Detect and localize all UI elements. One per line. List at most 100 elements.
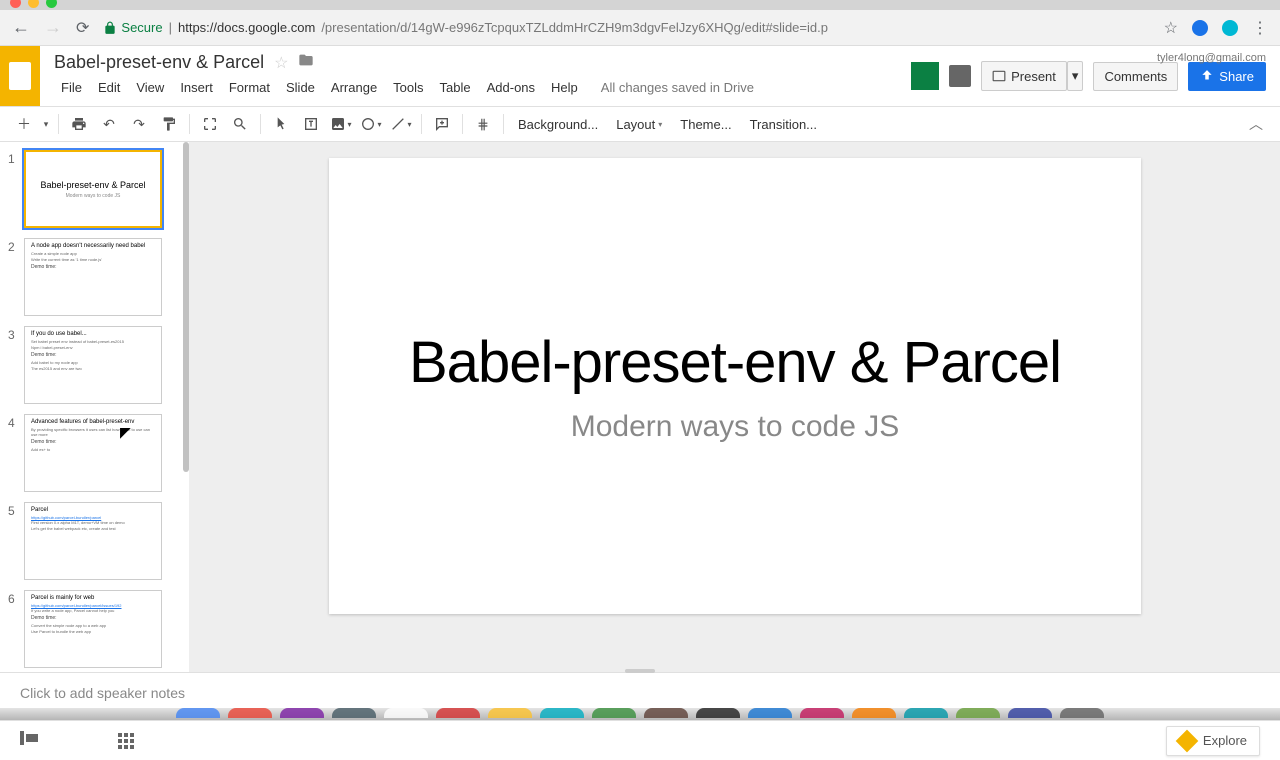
slide-thumbnail[interactable]: If you do use babel...Set babel preset e… bbox=[24, 326, 162, 404]
address-bar[interactable]: Secure | https://docs.google.com/present… bbox=[103, 20, 1149, 35]
image-icon[interactable]: ▾ bbox=[327, 110, 355, 138]
menu-arrange[interactable]: Arrange bbox=[324, 77, 384, 98]
slide-number: 2 bbox=[8, 238, 18, 316]
macos-dock[interactable] bbox=[0, 708, 1280, 720]
slide-number: 5 bbox=[8, 502, 18, 580]
reload-button[interactable]: ⟳ bbox=[76, 18, 89, 38]
panel-scrollbar[interactable] bbox=[183, 142, 189, 472]
shape-icon[interactable]: ▾ bbox=[357, 110, 385, 138]
forward-button: → bbox=[44, 17, 62, 38]
slide-thumbnail[interactable]: Parcel is mainly for webhttps://github.c… bbox=[24, 590, 162, 668]
document-title[interactable]: Babel-preset-env & Parcel bbox=[54, 52, 264, 73]
slide-number: 1 bbox=[8, 150, 18, 228]
menu-addons[interactable]: Add-ons bbox=[480, 77, 542, 98]
folder-icon[interactable] bbox=[298, 52, 314, 73]
slide-thumbnail-row[interactable]: 5Parcelhttps://github.com/parcel-bundler… bbox=[8, 502, 181, 580]
menu-insert[interactable]: Insert bbox=[173, 77, 220, 98]
toolbar: ＋ ▾ ↶ ↷ ▾ ▾ ▾ ⋕ Background... Layout The… bbox=[0, 106, 1280, 142]
line-icon[interactable]: ▾ bbox=[387, 110, 415, 138]
slide-panel[interactable]: 1Babel-preset-env & ParcelModern ways to… bbox=[0, 142, 190, 672]
slide-thumbnail-row[interactable]: 6Parcel is mainly for webhttps://github.… bbox=[8, 590, 181, 668]
filmstrip-view-icon[interactable] bbox=[20, 731, 38, 750]
menu-edit[interactable]: Edit bbox=[91, 77, 127, 98]
slide-thumbnail[interactable]: A node app doesn't necessarily need babe… bbox=[24, 238, 162, 316]
collapse-toolbar-icon[interactable]: ︿ bbox=[1242, 110, 1270, 138]
browser-toolbar: ← → ⟳ Secure | https://docs.google.com/p… bbox=[0, 10, 1280, 46]
extension-icon-2[interactable] bbox=[1222, 20, 1238, 36]
slide-canvas[interactable]: Babel-preset-env & Parcel Modern ways to… bbox=[329, 158, 1141, 614]
maximize-window-icon[interactable] bbox=[46, 0, 57, 8]
comments-button[interactable]: Comments bbox=[1093, 62, 1178, 91]
menu-file[interactable]: File bbox=[54, 77, 89, 98]
present-dropdown[interactable]: ▾ bbox=[1067, 61, 1084, 91]
user-email[interactable]: tyler4long@gmail.com bbox=[1157, 52, 1266, 64]
paint-format-icon[interactable] bbox=[155, 110, 183, 138]
slide-thumbnail-row[interactable]: 4Advanced features of babel-preset-envBy… bbox=[8, 414, 181, 492]
slide-number: 6 bbox=[8, 590, 18, 668]
url-host: https://docs.google.com bbox=[178, 20, 315, 35]
layout-button[interactable]: Layout bbox=[608, 110, 670, 138]
redo-icon[interactable]: ↷ bbox=[125, 110, 153, 138]
grid-view-icon[interactable] bbox=[118, 733, 134, 749]
new-slide-dropdown[interactable]: ▾ bbox=[40, 110, 52, 138]
menu-format[interactable]: Format bbox=[222, 77, 277, 98]
chat-icon[interactable] bbox=[949, 65, 971, 87]
menu-tools[interactable]: Tools bbox=[386, 77, 430, 98]
back-button[interactable]: ← bbox=[12, 17, 30, 38]
menu-bar: File Edit View Insert Format Slide Arran… bbox=[54, 77, 897, 98]
notes-placeholder: Click to add speaker notes bbox=[20, 685, 185, 701]
theme-button[interactable]: Theme... bbox=[672, 110, 739, 138]
minimize-window-icon[interactable] bbox=[28, 0, 39, 8]
textbox-icon[interactable] bbox=[297, 110, 325, 138]
explore-button[interactable]: Explore bbox=[1166, 726, 1260, 756]
save-status: All changes saved in Drive bbox=[601, 80, 754, 95]
background-button[interactable]: Background... bbox=[510, 110, 606, 138]
transition-button[interactable]: Transition... bbox=[742, 110, 825, 138]
new-slide-button[interactable]: ＋ bbox=[10, 110, 38, 138]
slide-subtitle[interactable]: Modern ways to code JS bbox=[571, 410, 900, 444]
bottom-bar: Explore bbox=[0, 720, 1280, 760]
slide-thumbnail[interactable]: Advanced features of babel-preset-envBy … bbox=[24, 414, 162, 492]
slide-thumbnail[interactable]: Parcelhttps://github.com/parcel-bundler/… bbox=[24, 502, 162, 580]
explore-icon bbox=[1176, 729, 1199, 752]
slide-number: 4 bbox=[8, 414, 18, 492]
document-header: Babel-preset-env & Parcel ☆ File Edit Vi… bbox=[0, 46, 1280, 106]
secure-label: Secure bbox=[121, 20, 162, 35]
share-button[interactable]: Share bbox=[1188, 62, 1266, 91]
select-tool-icon[interactable] bbox=[267, 110, 295, 138]
slide-title[interactable]: Babel-preset-env & Parcel bbox=[409, 329, 1061, 396]
comments-label: Comments bbox=[1104, 69, 1167, 84]
undo-icon[interactable]: ↶ bbox=[95, 110, 123, 138]
canvas-area[interactable]: Babel-preset-env & Parcel Modern ways to… bbox=[190, 142, 1280, 672]
slides-logo[interactable] bbox=[0, 46, 40, 106]
zoom-icon[interactable] bbox=[226, 110, 254, 138]
slide-number: 3 bbox=[8, 326, 18, 404]
comment-icon[interactable] bbox=[428, 110, 456, 138]
slide-thumbnail-row[interactable]: 2A node app doesn't necessarily need bab… bbox=[8, 238, 181, 316]
close-window-icon[interactable] bbox=[10, 0, 21, 8]
menu-table[interactable]: Table bbox=[433, 77, 478, 98]
present-button[interactable]: Present bbox=[981, 61, 1067, 91]
slide-thumbnail-row[interactable]: 1Babel-preset-env & ParcelModern ways to… bbox=[8, 150, 181, 228]
lock-icon bbox=[103, 21, 117, 35]
bookmark-star-icon[interactable]: ☆ bbox=[1164, 18, 1178, 38]
menu-slide[interactable]: Slide bbox=[279, 77, 322, 98]
browser-menu-icon[interactable]: ⋮ bbox=[1252, 18, 1268, 38]
secure-indicator: Secure bbox=[103, 20, 162, 35]
menu-view[interactable]: View bbox=[129, 77, 171, 98]
extension-icon[interactable] bbox=[1192, 20, 1208, 36]
present-label: Present bbox=[1011, 69, 1056, 84]
browser-tab-strip bbox=[0, 0, 1280, 10]
window-controls[interactable] bbox=[10, 0, 57, 8]
star-icon[interactable]: ☆ bbox=[274, 53, 288, 73]
menu-help[interactable]: Help bbox=[544, 77, 585, 98]
share-label: Share bbox=[1219, 69, 1254, 84]
slide-thumbnail[interactable]: Babel-preset-env & ParcelModern ways to … bbox=[24, 150, 162, 228]
grid-icon[interactable]: ⋕ bbox=[469, 110, 497, 138]
url-path: /presentation/d/14gW-e996zTcpquxTZLddmHr… bbox=[321, 20, 828, 35]
collaborator-avatar[interactable] bbox=[911, 62, 939, 90]
print-icon[interactable] bbox=[65, 110, 93, 138]
notes-resize-handle[interactable] bbox=[625, 669, 655, 673]
slide-thumbnail-row[interactable]: 3If you do use babel...Set babel preset … bbox=[8, 326, 181, 404]
zoom-fit-icon[interactable] bbox=[196, 110, 224, 138]
